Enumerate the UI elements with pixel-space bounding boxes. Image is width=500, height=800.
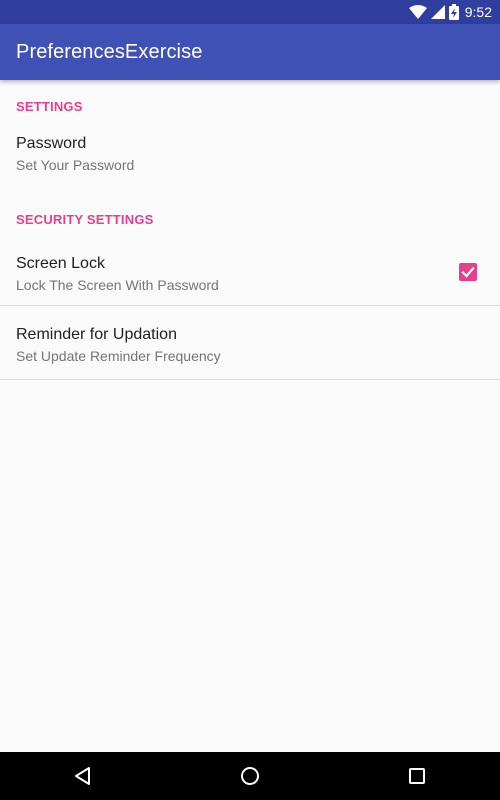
- category-settings: SETTINGS: [16, 99, 83, 114]
- preferences-list: SETTINGS Password Set Your Password SECU…: [0, 80, 500, 380]
- home-icon: [240, 767, 259, 785]
- reminder-title: Reminder for Updation: [16, 326, 177, 343]
- reminder-summary: Set Update Reminder Frequency: [16, 348, 221, 364]
- reminder-preference[interactable]: Reminder for Updation Set Update Reminde…: [0, 306, 500, 380]
- status-time: 9:52: [464, 4, 492, 20]
- screen-lock-title: Screen Lock: [16, 255, 105, 272]
- back-button[interactable]: [63, 756, 103, 796]
- wifi-icon: [408, 5, 427, 19]
- screen-lock-preference[interactable]: Screen Lock Lock The Screen With Passwor…: [0, 238, 500, 306]
- password-title: Password: [16, 135, 87, 152]
- signal-icon: [430, 5, 445, 19]
- app-bar: PreferencesExercise: [0, 24, 500, 80]
- app-title: PreferencesExercise: [16, 40, 203, 63]
- password-preference[interactable]: Password Set Your Password: [0, 132, 500, 190]
- password-summary: Set Your Password: [16, 157, 135, 173]
- navigation-bar: [0, 752, 500, 800]
- screen-lock-checkbox[interactable]: [459, 263, 477, 281]
- checkmark-icon: [461, 266, 475, 278]
- back-icon: [75, 767, 91, 785]
- home-button[interactable]: [230, 756, 270, 796]
- status-bar: 9:52: [0, 0, 500, 24]
- category-security-settings: SECURITY SETTINGS: [16, 212, 154, 227]
- screen-lock-summary: Lock The Screen With Password: [16, 277, 219, 293]
- battery-charging-icon: [448, 4, 459, 20]
- recents-icon: [408, 768, 425, 784]
- recents-button[interactable]: [397, 756, 437, 796]
